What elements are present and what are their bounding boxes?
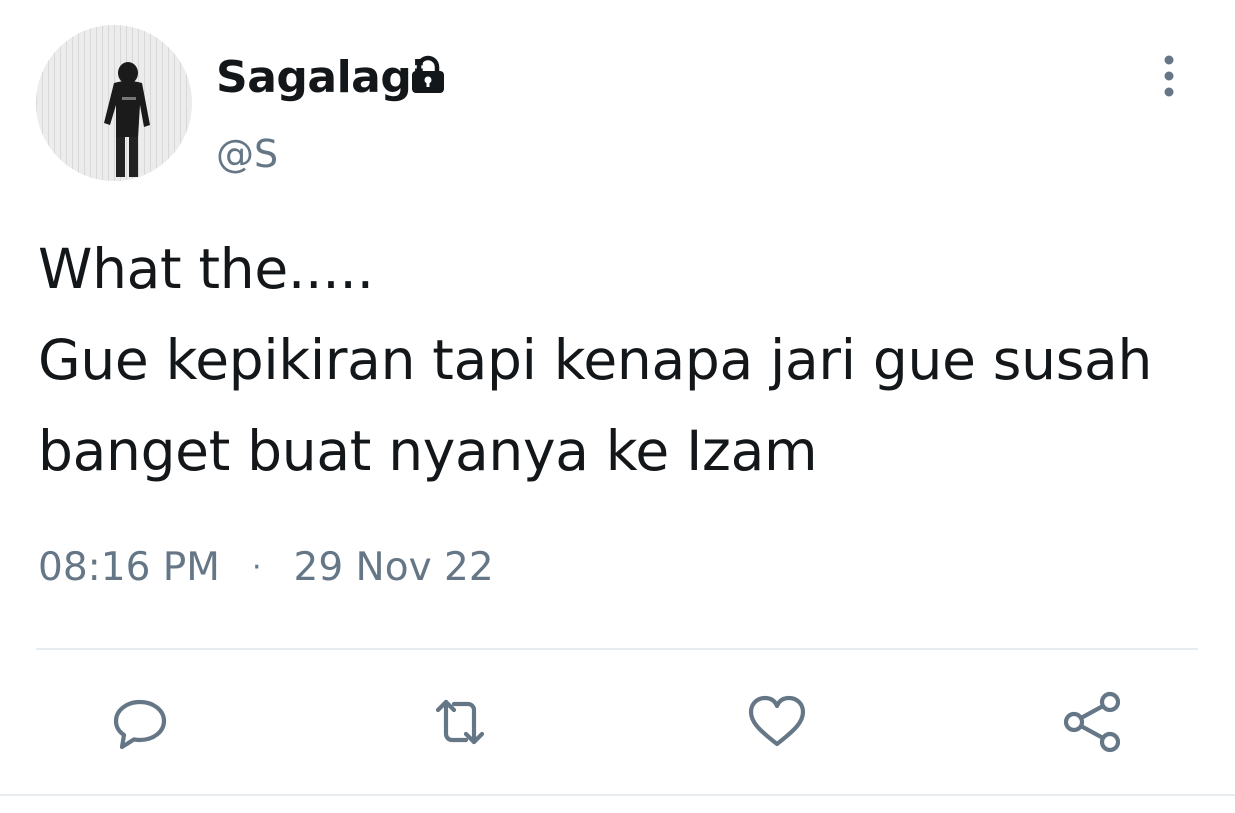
tweet-time: 08:16 PM — [38, 545, 220, 590]
tweet-line: What the..... — [38, 237, 374, 301]
avatar-photo — [36, 25, 192, 181]
retweet-icon — [435, 699, 485, 745]
tweet-line: Gue kepikiran tapi kenapa jari gue susah — [38, 328, 1153, 392]
display-name[interactable]: Sagalagi — [216, 50, 426, 106]
heart-icon — [748, 695, 806, 747]
reply-button[interactable] — [108, 690, 172, 754]
divider — [36, 648, 1198, 650]
lock-icon — [407, 55, 449, 95]
like-button[interactable] — [745, 690, 809, 754]
tweet-timestamp[interactable]: 08:16 PM · 29 Nov 22 — [38, 540, 494, 596]
avatar[interactable] — [36, 25, 192, 181]
reply-icon — [113, 699, 167, 750]
share-button[interactable] — [1060, 690, 1124, 754]
tweet-date: 29 Nov 22 — [293, 545, 494, 590]
share-icon — [1063, 691, 1121, 753]
tweet-text: What the..... Gue kepikiran tapi kenapa … — [38, 224, 1198, 497]
user-handle[interactable]: @S — [216, 130, 278, 178]
tweet-line: banget buat nyanya ke Izam — [38, 419, 818, 483]
more-vertical-icon[interactable] — [1153, 53, 1185, 99]
retweet-button[interactable] — [428, 690, 492, 754]
separator-dot: · — [251, 550, 262, 585]
divider — [0, 794, 1235, 796]
